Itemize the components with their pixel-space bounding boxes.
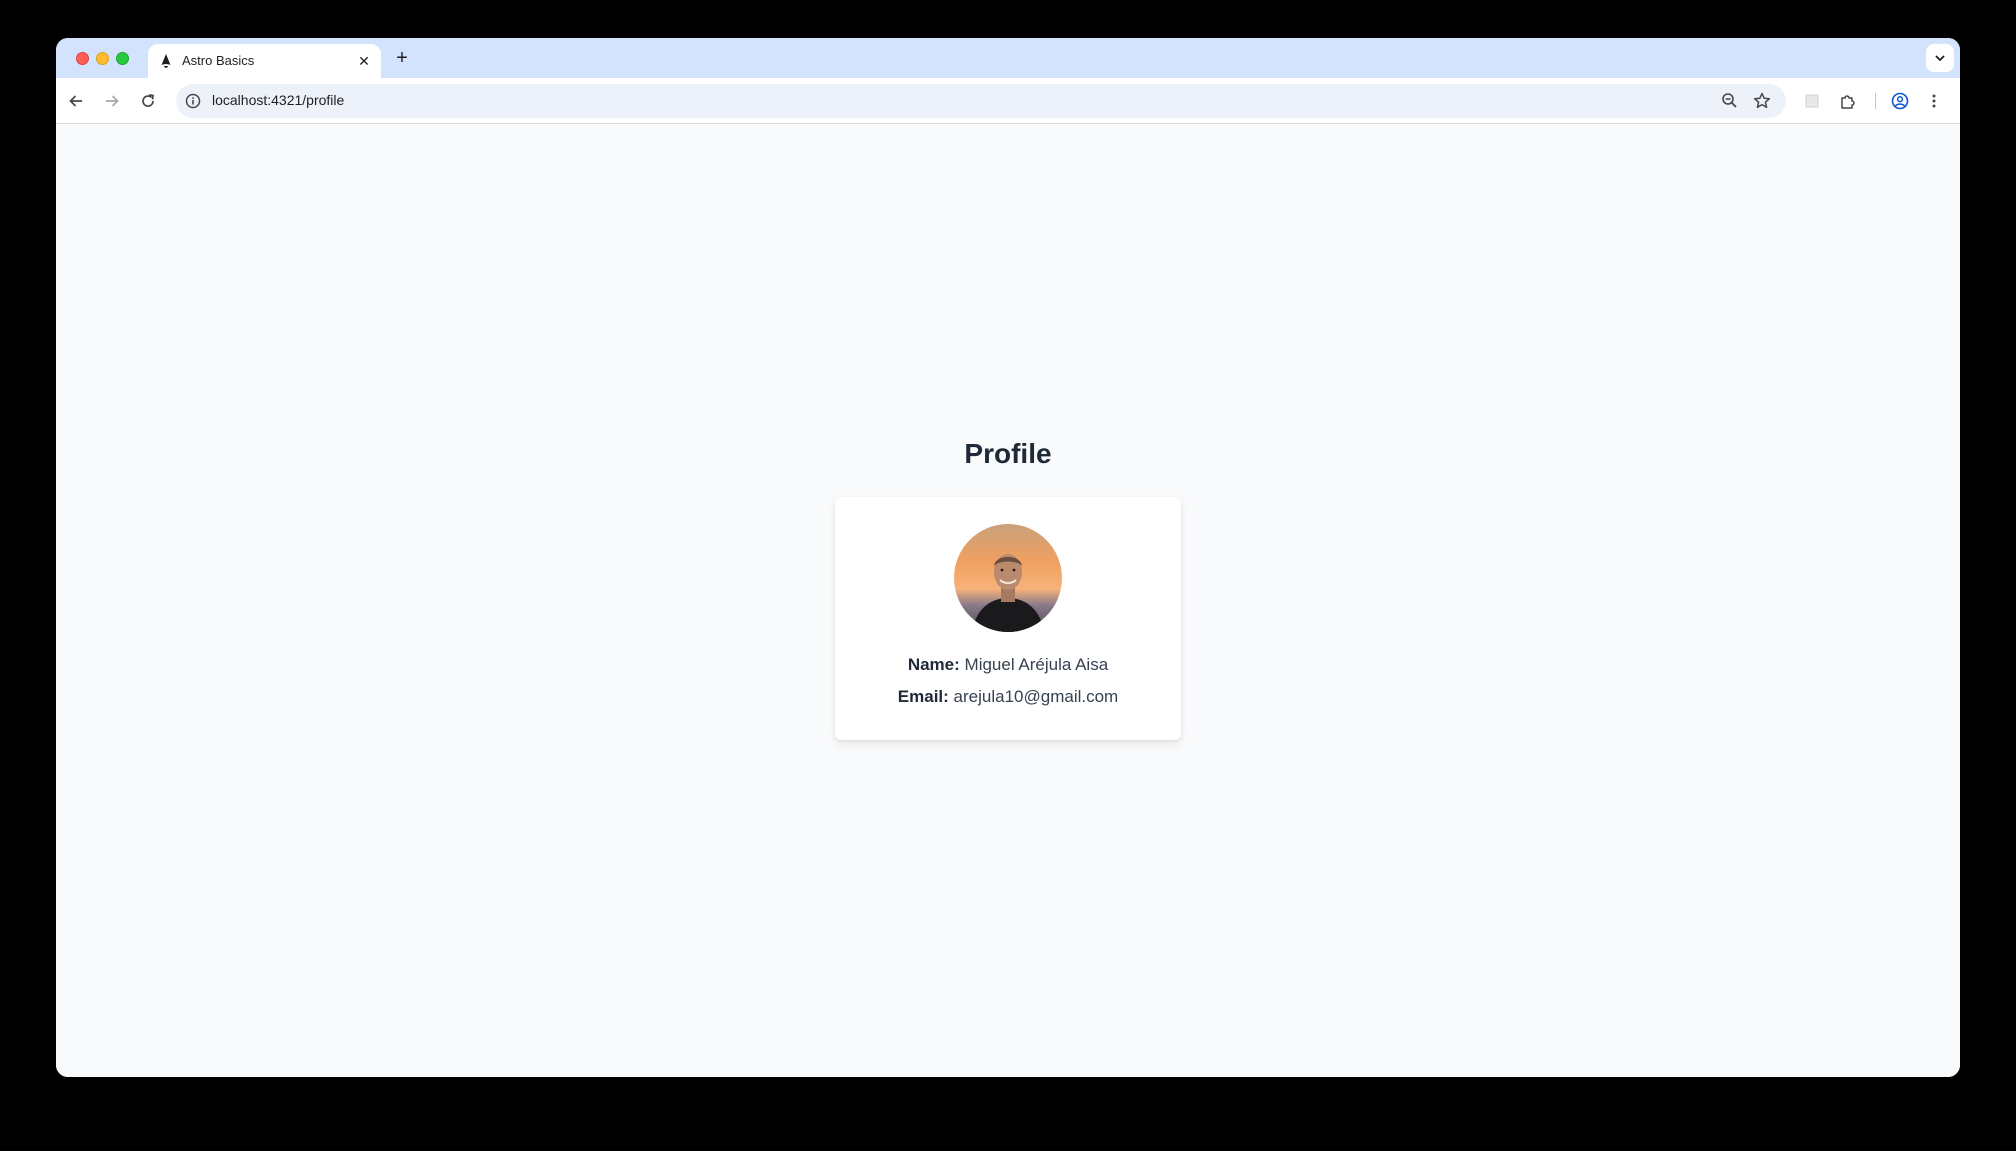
tab-list-button[interactable]: [1926, 44, 1954, 72]
tab-title: Astro Basics: [182, 53, 255, 68]
email-value: arejula10@gmail.com: [953, 687, 1119, 706]
extension-button[interactable]: [1798, 87, 1826, 115]
name-row: Name: Miguel Aréjula Aisa: [835, 655, 1181, 675]
close-icon[interactable]: ✕: [355, 52, 373, 70]
back-button[interactable]: [62, 87, 90, 115]
astro-logo-icon: [161, 54, 171, 68]
profile-card: Name: Miguel Aréjula Aisa Email: arejula…: [835, 497, 1181, 740]
account-circle-icon: [1891, 92, 1909, 110]
star-icon[interactable]: [1752, 91, 1772, 111]
url-text[interactable]: localhost:4321/profile: [212, 92, 344, 108]
menu-button[interactable]: [1920, 87, 1948, 115]
extensions-menu-button[interactable]: [1834, 87, 1862, 115]
profile-photo: [954, 524, 1062, 632]
forward-button[interactable]: [98, 87, 126, 115]
email-row: Email: arejula10@gmail.com: [835, 687, 1181, 707]
arrow-right-icon: [106, 95, 119, 107]
more-vert-icon: [1932, 94, 1936, 108]
chevron-down-icon: [1935, 55, 1945, 62]
name-value: Miguel Aréjula Aisa: [964, 655, 1109, 674]
puzzle-icon: [1841, 95, 1855, 109]
profile-button[interactable]: [1886, 87, 1914, 115]
page-content: Profile Name: Miguel Aréjula Aisa Email:…: [56, 125, 1960, 1077]
tab-strip: Astro Basics ✕ +: [56, 38, 1960, 78]
toolbar-divider: [1875, 93, 1876, 109]
page-title: Profile: [964, 438, 1052, 469]
name-label: Name:: [907, 655, 960, 674]
toolbar: localhost:4321/profile: [56, 78, 1960, 124]
zoom-out-icon[interactable]: [1720, 91, 1740, 111]
plus-icon[interactable]: +: [390, 47, 414, 71]
info-icon[interactable]: [184, 92, 202, 110]
reload-button[interactable]: [134, 87, 162, 115]
maximize-window-button[interactable]: [116, 52, 129, 65]
arrow-left-icon: [69, 95, 82, 107]
minimize-window-button[interactable]: [96, 52, 109, 65]
tab-astro-basics[interactable]: Astro Basics ✕: [148, 44, 381, 78]
extension-placeholder-icon: [1805, 94, 1819, 108]
close-window-button[interactable]: [76, 52, 89, 65]
reload-icon: [142, 94, 154, 107]
email-label: Email:: [897, 687, 949, 706]
browser-window: Astro Basics ✕ + localhost:4321/profile …: [56, 38, 1960, 1077]
avatar: [954, 524, 1062, 632]
address-bar[interactable]: localhost:4321/profile: [176, 84, 1786, 118]
